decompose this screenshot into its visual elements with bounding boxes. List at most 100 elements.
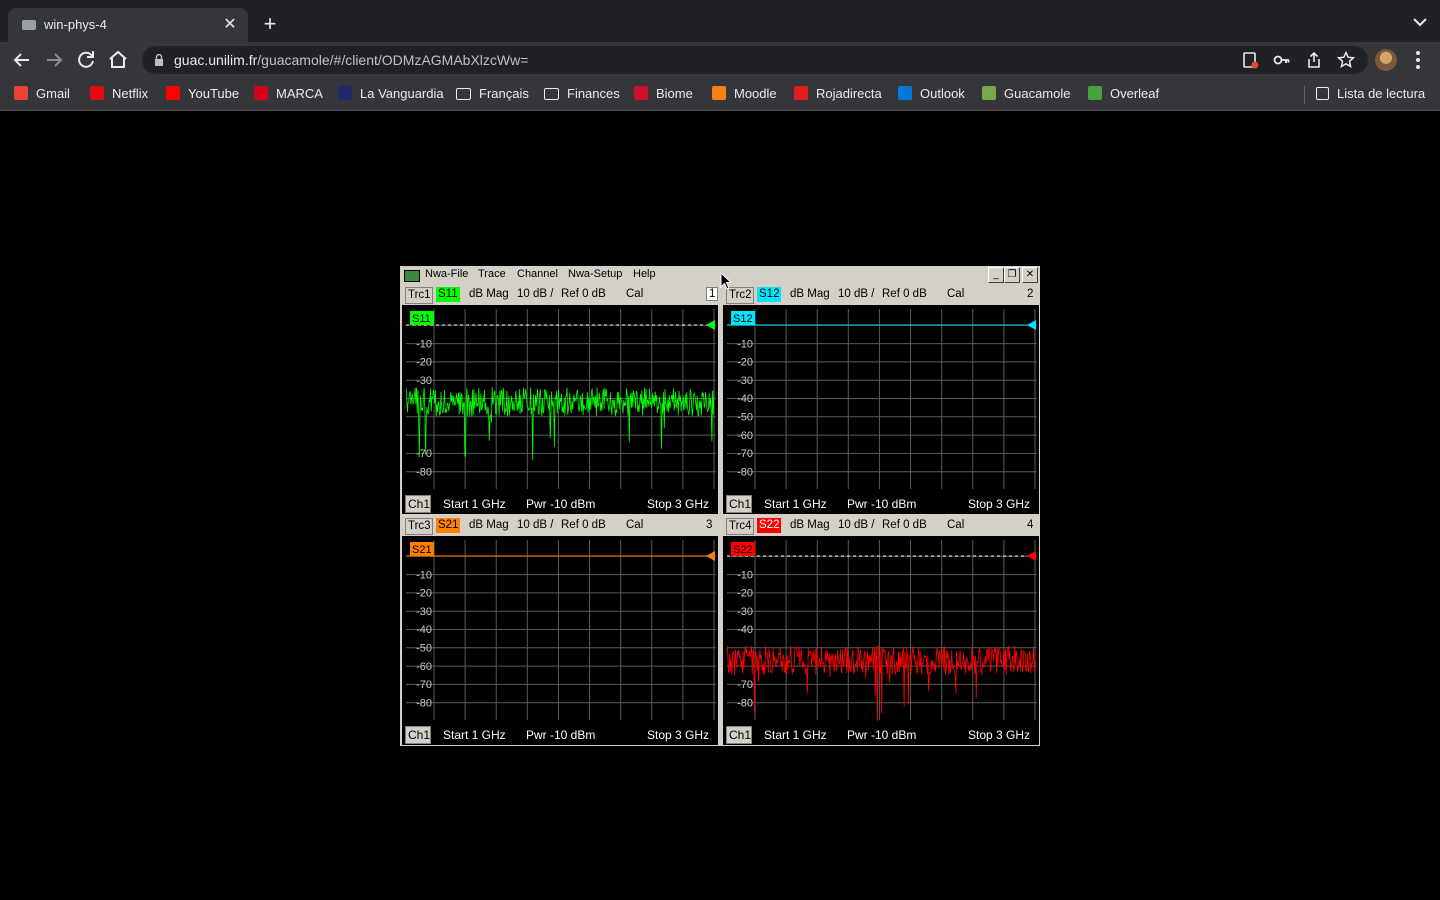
sparam-label[interactable]: S11 <box>436 287 460 302</box>
reference-arrow-icon[interactable] <box>706 320 715 330</box>
diagram-trc1[interactable]: Trc1 S11 dB Mag 10 dB / Ref 0 dB Cal 1 -10 -20 -3… <box>402 285 719 514</box>
reading-list-button[interactable]: Lista de lectura <box>1316 86 1425 104</box>
diagram-trc4[interactable]: Trc4 S22 dB Mag 10 dB / Ref 0 dB Cal 4 -10 -20 -3… <box>723 516 1039 745</box>
menu-nwa-file[interactable]: Nwa-File <box>425 268 468 280</box>
trace-name-box[interactable]: Trc1 <box>405 287 433 304</box>
bookmark-marca[interactable]: MARCA <box>254 86 323 104</box>
channel-box[interactable]: Ch1 <box>726 495 752 513</box>
sparam-label[interactable]: S12 <box>757 287 782 302</box>
trace-plot[interactable]: -10 -20 -30 -40 -50 -60 -70 -80 S12 <box>727 307 1037 491</box>
trace-header[interactable]: Trc3 S21 dB Mag 10 dB / Ref 0 dB Cal 3 <box>402 516 718 536</box>
tab-search-chevron-icon[interactable] <box>1410 12 1430 32</box>
bookmark-overleaf[interactable]: Overleaf <box>1088 86 1159 104</box>
reload-icon[interactable] <box>74 48 98 72</box>
bookmark-finances[interactable]: Finances <box>544 86 620 104</box>
sparam-label[interactable]: S21 <box>436 518 461 533</box>
power-level[interactable]: Pwr -10 dBm <box>847 497 916 511</box>
scale-label: 10 dB / <box>838 288 875 300</box>
sparam-label[interactable]: S22 <box>757 518 782 533</box>
clipboard-blocked-icon[interactable] <box>1240 50 1260 70</box>
bookmark-netflix[interactable]: Netflix <box>90 86 148 104</box>
stop-frequency[interactable]: Stop 3 GHz <box>968 728 1030 742</box>
channel-footer[interactable]: Ch1 Start 1 GHz Pwr -10 dBm Stop 3 GHz <box>402 493 718 514</box>
y-tick-label: -70 <box>416 448 432 460</box>
trace-plot[interactable]: -10 -20 -30 -40 -70 -80 S22 <box>727 538 1037 722</box>
start-frequency[interactable]: Start 1 GHz <box>443 497 506 511</box>
restore-icon[interactable]: ❐ <box>1004 267 1020 283</box>
reading-list-icon <box>1316 87 1329 100</box>
y-tick-label: -50 <box>416 643 432 655</box>
diagram-trc3[interactable]: Trc3 S21 dB Mag 10 dB / Ref 0 dB Cal 3 -10 -20 -3… <box>402 516 718 745</box>
share-icon[interactable] <box>1304 50 1324 70</box>
start-frequency[interactable]: Start 1 GHz <box>764 728 827 742</box>
cal-label: Cal <box>947 288 965 300</box>
reference-arrow-icon[interactable] <box>1027 320 1036 330</box>
close-icon[interactable]: ✕ <box>1022 267 1038 283</box>
channel-footer[interactable]: Ch1 Start 1 GHz Pwr -10 dBm Stop 3 GHz <box>723 493 1039 514</box>
menu-channel[interactable]: Channel <box>517 268 558 280</box>
bookmark-guacamole[interactable]: Guacamole <box>982 86 1070 104</box>
profile-avatar[interactable] <box>1375 49 1397 71</box>
bookmark-fran-ais[interactable]: Français <box>456 86 529 104</box>
channel-label: Ch1 <box>729 728 752 742</box>
trace-name-box[interactable]: Trc4 <box>726 518 754 535</box>
bookmarks-separator <box>1304 86 1305 104</box>
trace-name-box[interactable]: Trc3 <box>405 518 433 535</box>
trace-header[interactable]: Trc4 S22 dB Mag 10 dB / Ref 0 dB Cal 4 <box>723 516 1039 536</box>
trace-plot[interactable]: -10 -20 -30 -40 -50 -60 -70 -80 S21 <box>406 538 716 722</box>
guacamole-favicon-icon <box>982 86 996 100</box>
reference-arrow-icon[interactable] <box>1027 551 1036 561</box>
bookmark-moodle[interactable]: Moodle <box>712 86 777 104</box>
start-frequency[interactable]: Start 1 GHz <box>443 728 506 742</box>
channel-box[interactable]: Ch1 <box>726 726 752 744</box>
stop-frequency[interactable]: Stop 3 GHz <box>647 497 709 511</box>
menu-nwa-setup[interactable]: Nwa-Setup <box>568 268 622 280</box>
stop-frequency[interactable]: Stop 3 GHz <box>968 497 1030 511</box>
back-arrow-icon[interactable] <box>10 48 34 72</box>
channel-label: Ch1 <box>408 728 431 742</box>
channel-box[interactable]: Ch1 <box>405 726 431 744</box>
trace-tag-label: S21 <box>412 544 432 556</box>
stop-frequency[interactable]: Stop 3 GHz <box>647 728 709 742</box>
new-tab-icon[interactable]: + <box>258 12 282 36</box>
url-text[interactable]: guac.unilim.fr/guacamole/#/client/ODMzAG… <box>174 52 528 68</box>
forward-arrow-icon[interactable] <box>42 48 66 72</box>
bookmark-gmail[interactable]: Gmail <box>14 86 70 104</box>
y-tick-label: -20 <box>737 357 753 369</box>
channel-footer[interactable]: Ch1 Start 1 GHz Pwr -10 dBm Stop 3 GHz <box>723 724 1039 745</box>
reference-arrow-icon[interactable] <box>706 551 715 561</box>
tab-close-icon[interactable]: ✕ <box>220 15 240 35</box>
minimize-icon[interactable]: _ <box>988 267 1004 283</box>
trace-plot[interactable]: -10 -20 -30 -70 -80 S11 <box>406 307 716 491</box>
home-icon[interactable] <box>106 48 130 72</box>
lock-icon[interactable] <box>154 54 164 66</box>
channel-box[interactable]: Ch1 <box>405 495 431 513</box>
bookmark-youtube[interactable]: YouTube <box>166 86 239 104</box>
menu-trace[interactable]: Trace <box>478 268 506 280</box>
power-level[interactable]: Pwr -10 dBm <box>526 497 595 511</box>
address-bar[interactable]: guac.unilim.fr/guacamole/#/client/ODMzAG… <box>142 46 1368 74</box>
bookmark-rojadirecta[interactable]: Rojadirecta <box>794 86 882 104</box>
bookmark-outlook[interactable]: Outlook <box>898 86 965 104</box>
key-icon[interactable] <box>1272 50 1292 70</box>
chrome-menu-icon[interactable] <box>1408 48 1428 72</box>
start-frequency[interactable]: Start 1 GHz <box>764 497 827 511</box>
power-level[interactable]: Pwr -10 dBm <box>847 728 916 742</box>
biome-favicon-icon <box>634 86 648 100</box>
channel-footer[interactable]: Ch1 Start 1 GHz Pwr -10 dBm Stop 3 GHz <box>402 724 718 745</box>
bookmark-star-icon[interactable] <box>1336 50 1356 70</box>
bookmark-la-vanguardia[interactable]: La Vanguardia <box>338 86 444 104</box>
power-level[interactable]: Pwr -10 dBm <box>526 728 595 742</box>
trace-number: 1 <box>706 287 719 301</box>
trace-header[interactable]: Trc1 S11 dB Mag 10 dB / Ref 0 dB Cal 1 <box>402 285 719 305</box>
trace-header[interactable]: Trc2 S12 dB Mag 10 dB / Ref 0 dB Cal 2 <box>723 285 1039 305</box>
y-tick-label: -40 <box>737 393 753 405</box>
menu-help[interactable]: Help <box>633 268 656 280</box>
nwa-app-icon[interactable] <box>404 270 420 282</box>
bookmark-biome[interactable]: Biome <box>634 86 693 104</box>
y-tick-label: -30 <box>416 606 432 618</box>
tab-title: win-phys-4 <box>44 17 107 32</box>
browser-tab[interactable]: win-phys-4 ✕ <box>8 8 248 42</box>
format-label: dB Mag <box>790 288 830 300</box>
diagram-trc2[interactable]: Trc2 S12 dB Mag 10 dB / Ref 0 dB Cal 2 -10 -20 -3… <box>723 285 1039 514</box>
